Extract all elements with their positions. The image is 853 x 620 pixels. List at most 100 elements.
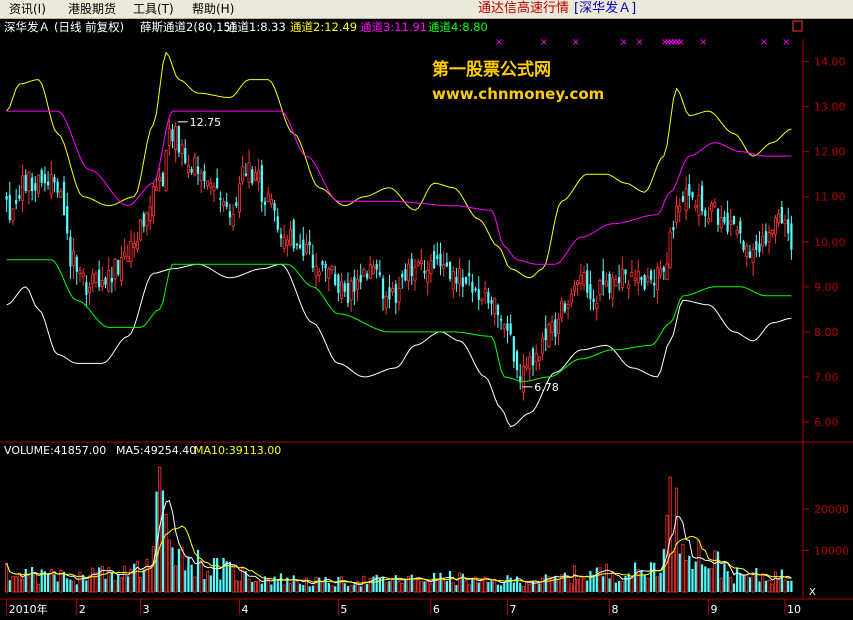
candle-body xyxy=(665,263,669,280)
volume-bar xyxy=(770,583,774,593)
volume-bar xyxy=(177,548,180,592)
candle-body xyxy=(343,283,346,292)
candle-body xyxy=(586,270,589,293)
candle-body xyxy=(139,219,143,241)
date-tick-label: 8 xyxy=(612,603,619,616)
volume-bar xyxy=(787,580,790,592)
candle-body xyxy=(91,274,95,284)
menu-tools[interactable]: 工具(T) xyxy=(133,1,174,17)
channel4-label: 通道4:8.80 xyxy=(428,20,488,34)
volume-bar xyxy=(234,580,238,593)
kline-chart[interactable]: × × × × × ×××××× × × × 6.007.008.009.0010.0011.0… xyxy=(0,19,853,617)
volume-bar xyxy=(697,540,701,593)
volume-bar xyxy=(653,562,656,592)
volume-bar xyxy=(627,573,630,592)
volume-bar xyxy=(595,567,598,592)
candle-body xyxy=(317,271,321,276)
volume-bar xyxy=(541,577,545,593)
volume-bar xyxy=(499,585,503,592)
channel1-label: 通道1:8.33 xyxy=(226,20,286,34)
menu-hk-futures[interactable]: 港股期货 xyxy=(68,1,116,17)
volume-bar xyxy=(604,563,608,593)
volume-bar xyxy=(69,579,72,592)
volume-bar xyxy=(292,575,295,592)
menu-help[interactable]: 帮助(H) xyxy=(192,1,234,17)
candle-body xyxy=(330,265,334,271)
volume-bar xyxy=(85,580,88,592)
volume-bar xyxy=(340,576,344,593)
candle-body xyxy=(598,280,602,295)
volume-bar xyxy=(308,586,311,592)
chart-area[interactable]: × × × × × × × × × × × × × × 6.00 7.00 8.00 9.00 10.00 11.0… xyxy=(0,19,853,617)
candle-body xyxy=(624,269,627,275)
volume-bar xyxy=(790,580,793,592)
volume-bar xyxy=(40,569,43,592)
candle-body xyxy=(716,208,720,225)
volume-bar xyxy=(247,578,251,593)
candle-body xyxy=(672,227,675,231)
candle-body xyxy=(129,240,133,263)
price-tick-label: 14.00 xyxy=(814,56,846,69)
volume-bar xyxy=(675,487,679,593)
x-marker: × xyxy=(495,37,503,48)
price-tick-label: 11.00 xyxy=(814,191,846,204)
candle-body xyxy=(448,261,452,280)
candle-body xyxy=(464,276,468,284)
volume-bar xyxy=(630,576,634,593)
volume-bar xyxy=(655,576,659,593)
volume-bar xyxy=(598,567,602,593)
candle-body xyxy=(257,170,261,183)
x-marker: × xyxy=(699,37,707,48)
volume-bar xyxy=(487,582,490,592)
candle-body xyxy=(177,126,180,153)
volume-bar xyxy=(506,575,509,592)
volume-bar xyxy=(219,579,222,592)
volume-bar xyxy=(416,579,420,593)
volume-bar xyxy=(550,576,554,593)
volume-bar xyxy=(519,582,522,592)
volume-bar xyxy=(257,580,261,593)
channel3-label: 通道3:11.91 xyxy=(360,20,427,34)
candle-body xyxy=(72,250,76,266)
volume-bar xyxy=(633,562,637,592)
candle-body xyxy=(164,150,168,191)
volume-bar xyxy=(490,581,493,592)
volume-bar xyxy=(222,557,225,592)
volume-bar xyxy=(359,586,362,592)
candle-body xyxy=(36,174,41,194)
candle-body xyxy=(18,195,21,199)
date-tick-label: 3 xyxy=(143,603,150,616)
menu-info[interactable]: 资讯(I) xyxy=(9,1,46,17)
candle-body xyxy=(655,267,659,291)
candle-body xyxy=(15,200,18,204)
volume-bar xyxy=(780,569,783,592)
volume-bar xyxy=(751,572,755,593)
candle-body xyxy=(576,280,580,285)
volume-bar xyxy=(21,578,25,593)
candle-body xyxy=(151,186,155,217)
volume-bar xyxy=(327,583,330,592)
candle-body xyxy=(563,303,567,312)
candle-body xyxy=(321,261,324,265)
volume-bar xyxy=(448,571,452,592)
volume-bar xyxy=(764,580,767,592)
candle-body xyxy=(423,270,426,274)
candle-body xyxy=(541,337,545,354)
candle-body xyxy=(704,210,707,217)
candle-body xyxy=(694,205,698,208)
volume-bar xyxy=(190,564,193,592)
volume-bar xyxy=(556,579,561,593)
volume-bar xyxy=(700,564,704,592)
volume-bar xyxy=(579,576,583,593)
candle-body xyxy=(787,219,790,234)
volume-corner-icon[interactable]: X xyxy=(809,587,816,598)
volume-bar xyxy=(429,583,433,593)
candle-body xyxy=(477,289,480,300)
candle-body xyxy=(633,277,637,281)
candle-body xyxy=(783,219,787,225)
candle-body xyxy=(544,328,547,341)
candle-body xyxy=(75,256,78,272)
volume-bar xyxy=(56,581,59,592)
volume-bar xyxy=(592,574,595,592)
volume-bar xyxy=(282,584,286,593)
